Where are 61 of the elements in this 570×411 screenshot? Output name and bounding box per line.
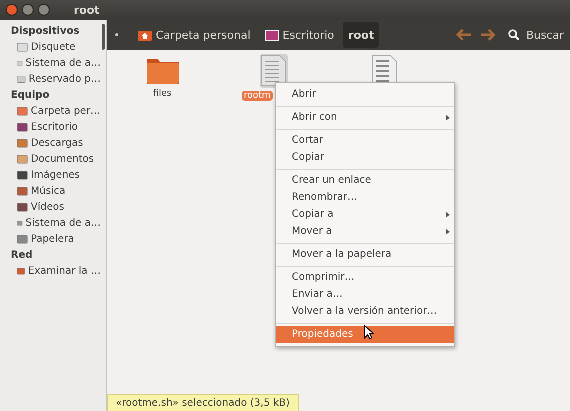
- status-label: «rootme.sh» seleccionado (3,5 kB): [107, 394, 299, 411]
- sidebar-item[interactable]: Disquete: [0, 40, 101, 56]
- place-icon: [17, 42, 28, 53]
- sidebar-item[interactable]: Descargas: [0, 136, 101, 152]
- search-icon: [508, 29, 520, 41]
- sidebar-item[interactable]: Vídeos: [0, 200, 101, 216]
- breadcrumb[interactable]: Escritorio: [260, 22, 340, 48]
- sidebar-item[interactable]: Sistema de a…: [0, 56, 101, 72]
- sidebar-item[interactable]: Examinar la …: [0, 264, 101, 280]
- submenu-arrow-icon: [446, 114, 450, 120]
- breadcrumb[interactable]: root: [343, 22, 380, 48]
- window-title: root: [74, 4, 100, 16]
- place-icon: [17, 170, 28, 181]
- place-icon: [17, 74, 26, 85]
- place-icon: [17, 202, 28, 213]
- place-icon: [17, 234, 28, 245]
- submenu-arrow-icon: [446, 212, 450, 218]
- sidebar-item[interactable]: Reservado p…: [0, 72, 101, 88]
- menu-item[interactable]: Crear un enlace: [276, 172, 454, 189]
- mouse-pointer-icon: [364, 325, 374, 340]
- place-icon: [17, 218, 23, 229]
- sidebar-heading: Equipo: [10, 89, 51, 103]
- menu-item[interactable]: Copiar a: [276, 206, 454, 223]
- submenu-arrow-icon: [446, 228, 450, 234]
- menu-item[interactable]: Renombrar…: [276, 189, 454, 206]
- menu-item[interactable]: Mover a la papelera: [276, 246, 454, 263]
- place-icon: [17, 58, 23, 69]
- menu-item[interactable]: Cortar: [276, 132, 454, 149]
- sidebar-item[interactable]: Documentos: [0, 152, 101, 168]
- menu-item[interactable]: Abrir: [276, 86, 454, 103]
- menu-item[interactable]: Mover a: [276, 223, 454, 240]
- desktop-icon: [264, 30, 279, 40]
- menu-item[interactable]: Volver a la versión anterior…: [276, 303, 454, 320]
- place-icon: [17, 106, 28, 117]
- file-icon-tile[interactable]: [260, 54, 288, 88]
- menu-item[interactable]: Comprimir…: [276, 269, 454, 286]
- place-icon: [17, 154, 28, 165]
- breadcrumb[interactable]: Carpeta personal: [133, 22, 256, 48]
- place-icon: [17, 138, 28, 149]
- sidebar-item[interactable]: Papelera: [0, 232, 101, 248]
- menu-item[interactable]: Abrir con: [276, 109, 454, 126]
- sidebar-item[interactable]: Carpeta per…: [0, 104, 101, 120]
- sidebar-item[interactable]: Escritorio: [0, 120, 101, 136]
- search-button[interactable]: Buscar: [502, 28, 564, 42]
- menu-item[interactable]: Enviar a…: [276, 286, 454, 303]
- scrollbar-thumb[interactable]: [102, 24, 105, 50]
- place-icon: [17, 186, 28, 197]
- sidebar-heading: Red: [10, 249, 34, 263]
- home-folder-icon: [138, 29, 152, 41]
- menu-item[interactable]: Copiar: [276, 149, 454, 166]
- minimize-button[interactable]: [22, 4, 34, 16]
- close-button[interactable]: [6, 4, 18, 16]
- sidebar-item[interactable]: Música: [0, 184, 101, 200]
- sidebar-item[interactable]: Imágenes: [0, 168, 101, 184]
- place-icon: [17, 122, 28, 133]
- sidebar-item[interactable]: Sistema de a…: [0, 216, 101, 232]
- forward-button[interactable]: [478, 29, 498, 41]
- file-name[interactable]: files: [151, 89, 174, 99]
- sidebar-heading: Dispositivos: [10, 25, 81, 39]
- maximize-button[interactable]: [38, 4, 50, 16]
- place-icon: [17, 266, 26, 277]
